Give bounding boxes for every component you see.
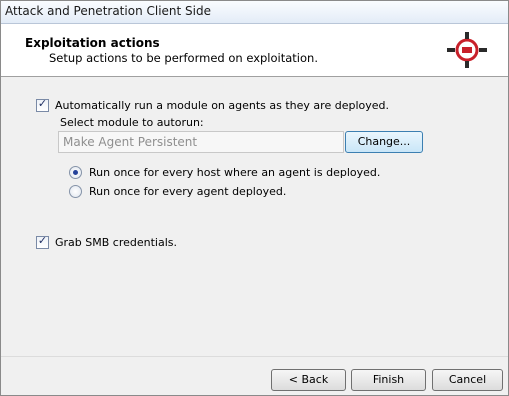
run-per-host-label: Run once for every host where an agent i… bbox=[89, 166, 381, 179]
page-title: Exploitation actions bbox=[25, 36, 160, 50]
crosshair-logo-icon bbox=[447, 32, 487, 68]
page-subtitle: Setup actions to be performed on exploit… bbox=[49, 51, 318, 65]
back-button[interactable]: < Back bbox=[271, 369, 346, 391]
grab-smb-label: Grab SMB credentials. bbox=[55, 236, 177, 249]
wizard-header: Exploitation actions Setup actions to be… bbox=[1, 24, 508, 77]
run-per-agent-label: Run once for every agent deployed. bbox=[89, 185, 287, 198]
finish-button[interactable]: Finish bbox=[351, 369, 426, 391]
auto-run-label: Automatically run a module on agents as … bbox=[55, 99, 389, 112]
wizard-footer: < Back Finish Cancel bbox=[1, 356, 508, 395]
cancel-button[interactable]: Cancel bbox=[432, 369, 503, 391]
grab-smb-option[interactable]: ✓ Grab SMB credentials. bbox=[36, 234, 177, 249]
run-per-host-option[interactable]: Run once for every host where an agent i… bbox=[69, 166, 380, 179]
grab-smb-checkbox[interactable]: ✓ bbox=[36, 234, 49, 249]
auto-run-checkbox[interactable]: ✓ bbox=[36, 97, 49, 112]
window-title: Attack and Penetration Client Side bbox=[5, 4, 211, 18]
checkmark-icon: ✓ bbox=[37, 234, 48, 247]
wizard-body: ✓ Automatically run a module on agents a… bbox=[1, 77, 508, 356]
radio-selected-dot bbox=[73, 170, 78, 175]
run-per-host-radio[interactable] bbox=[69, 166, 82, 179]
wizard-window: Attack and Penetration Client Side Explo… bbox=[0, 0, 509, 396]
run-per-agent-radio[interactable] bbox=[69, 185, 82, 198]
select-module-label: Select module to autorun: bbox=[60, 116, 204, 129]
run-per-agent-option[interactable]: Run once for every agent deployed. bbox=[69, 185, 286, 198]
title-bar: Attack and Penetration Client Side bbox=[1, 1, 508, 24]
change-button[interactable]: Change... bbox=[345, 131, 423, 153]
module-field: Make Agent Persistent bbox=[58, 131, 344, 153]
checkmark-icon: ✓ bbox=[37, 97, 48, 110]
auto-run-option[interactable]: ✓ Automatically run a module on agents a… bbox=[36, 97, 389, 112]
